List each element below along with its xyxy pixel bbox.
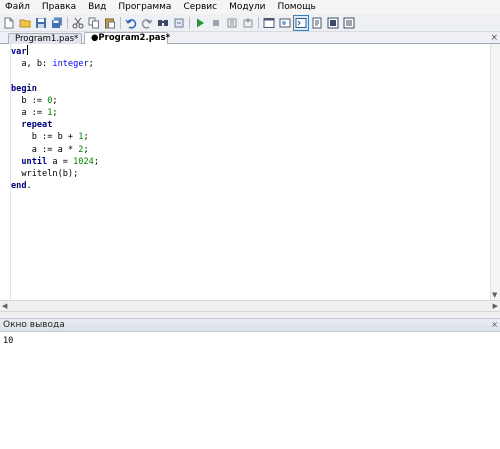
debug-icon[interactable] (172, 16, 186, 30)
output-panel-header: Окно вывода × (0, 318, 500, 332)
code-line[interactable]: end. (11, 180, 490, 192)
build-icon[interactable] (342, 16, 356, 30)
toolbar-separator (258, 16, 259, 29)
compile-icon[interactable] (326, 16, 340, 30)
menu-bar: Файл Правка Вид Программа Сервис Модули … (0, 0, 500, 14)
close-tab-icon[interactable]: × (490, 32, 498, 44)
output-panel-title: Окно вывода (3, 320, 65, 330)
toolbar (0, 14, 500, 32)
new-file-icon[interactable] (2, 16, 16, 30)
run-icon[interactable] (193, 16, 207, 30)
output-text: 10 (3, 336, 14, 346)
code-line[interactable] (11, 70, 490, 82)
code-line[interactable]: a := a * 2; (11, 144, 490, 156)
menu-file[interactable]: Файл (0, 0, 36, 14)
console-icon[interactable] (293, 14, 309, 31)
text-caret (26, 45, 28, 55)
menu-modules[interactable]: Модули (223, 0, 271, 14)
step-icon[interactable] (241, 16, 255, 30)
pause-icon[interactable] (209, 16, 223, 30)
module-icon[interactable] (310, 16, 324, 30)
code-line[interactable]: a := 1; (11, 107, 490, 119)
output-window-icon[interactable] (262, 16, 276, 30)
editor-gutter (0, 44, 11, 300)
find-icon[interactable] (156, 16, 170, 30)
tab-program2[interactable]: ●Program2.pas* (84, 32, 170, 44)
menu-edit[interactable]: Правка (36, 0, 82, 14)
close-output-icon[interactable]: × (491, 319, 498, 331)
paste-icon[interactable] (103, 16, 117, 30)
code-line[interactable]: repeat (11, 119, 490, 131)
code-line[interactable]: until a = 1024; (11, 156, 490, 168)
toolbar-separator (189, 16, 190, 29)
save-icon[interactable] (34, 16, 48, 30)
scroll-down-icon[interactable]: ▼ (492, 290, 497, 300)
undo-icon[interactable] (124, 16, 138, 30)
scroll-right-icon[interactable]: ▶ (493, 301, 498, 311)
form-icon[interactable] (278, 16, 292, 30)
code-line[interactable]: var (11, 45, 490, 58)
save-all-icon[interactable] (50, 16, 64, 30)
output-panel[interactable]: 10 (0, 332, 500, 449)
toolbar-separator (67, 16, 68, 29)
scroll-left-icon[interactable]: ◀ (2, 301, 7, 311)
menu-service[interactable]: Сервис (177, 0, 223, 14)
code-line[interactable]: b := b + 1; (11, 131, 490, 143)
code-line[interactable]: begin (11, 83, 490, 95)
stop-icon[interactable] (225, 16, 239, 30)
code-line[interactable]: writeln(b); (11, 168, 490, 180)
code-text[interactable]: var a, b: integer; begin b := 0; a := 1;… (11, 45, 490, 192)
toolbar-separator (120, 16, 121, 29)
code-line[interactable]: b := 0; (11, 95, 490, 107)
menu-help[interactable]: Помощь (272, 0, 322, 14)
menu-program[interactable]: Программа (112, 0, 177, 14)
cut-icon[interactable] (71, 16, 85, 30)
tab-program1[interactable]: Program1.pas* (8, 33, 82, 44)
open-folder-icon[interactable] (18, 16, 32, 30)
vertical-scrollbar[interactable]: ▼ (490, 44, 500, 300)
code-line[interactable]: a, b: integer; (11, 58, 490, 70)
code-editor[interactable]: var a, b: integer; begin b := 0; a := 1;… (0, 44, 500, 300)
menu-view[interactable]: Вид (82, 0, 112, 14)
horizontal-scrollbar[interactable]: ◀ ▶ (0, 300, 500, 312)
tab-bar: Program1.pas* ●Program2.pas* × (0, 32, 500, 44)
copy-icon[interactable] (87, 16, 101, 30)
redo-icon[interactable] (140, 16, 154, 30)
